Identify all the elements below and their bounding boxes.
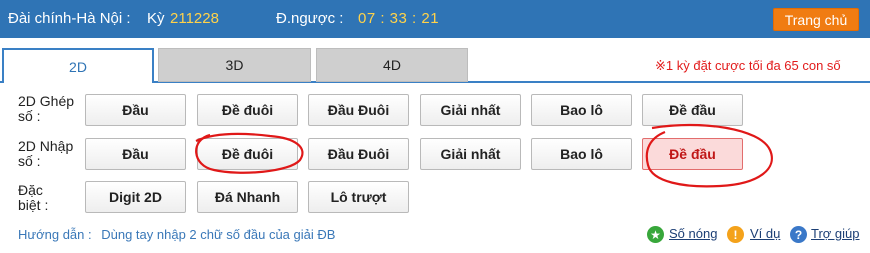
tab-4d[interactable]: 4D (316, 48, 468, 82)
row-label-line: 2D Nhập (18, 138, 74, 154)
guide-label: Hướng dẫn : (18, 227, 92, 242)
row-label-line: số : (18, 108, 41, 124)
ghep-de-dau-button[interactable]: Đề đầu (642, 94, 743, 126)
row-label-dac-biet: Đặc biệt : (18, 183, 48, 213)
row-label-line: biệt : (18, 197, 49, 213)
nhap-giai-nhat-button[interactable]: Giải nhất (420, 138, 521, 170)
row-label-line: số : (18, 153, 41, 169)
countdown-label: Đ.ngược : (276, 10, 344, 27)
ghep-giai-nhat-button[interactable]: Giải nhất (420, 94, 521, 126)
guide-line: Hướng dẫn : Dùng tay nhập 2 chữ số đầu c… (18, 227, 335, 242)
row-label-2d-nhap: 2D Nhập số : (18, 139, 73, 169)
ghep-dau-button[interactable]: Đầu (85, 94, 186, 126)
bet-limit-note: ※1 kỳ đặt cược tối đa 65 con số (655, 58, 841, 73)
nhap-bao-lo-button[interactable]: Bao lô (531, 138, 632, 170)
draw-label: Kỳ (147, 10, 165, 27)
nhap-de-duoi-button[interactable]: Đề đuôi (197, 138, 298, 170)
question-icon[interactable]: ? (790, 226, 807, 243)
nhap-dau-button[interactable]: Đầu (85, 138, 186, 170)
exclamation-icon[interactable]: ! (727, 226, 744, 243)
guide-text: Dùng tay nhập 2 chữ số đầu của giải ĐB (101, 227, 336, 242)
star-icon[interactable]: ★ (647, 226, 664, 243)
top-bar: Đài chính-Hà Nội : Kỳ 211228 Đ.ngược : 0… (0, 0, 870, 38)
example-link[interactable]: Ví dụ (750, 226, 780, 241)
hot-numbers-link[interactable]: Số nóng (669, 226, 717, 241)
row-label-line: 2D Ghép (18, 93, 75, 109)
ghep-bao-lo-button[interactable]: Bao lô (531, 94, 632, 126)
nhap-de-dau-button[interactable]: Đề đầu (642, 138, 743, 170)
draw-number: 211228 (170, 10, 219, 27)
station-name: Đài chính-Hà Nội : (8, 10, 131, 27)
digit-2d-button[interactable]: Digit 2D (85, 181, 186, 213)
lo-truot-button[interactable]: Lô trượt (308, 181, 409, 213)
home-button[interactable]: Trang chủ (773, 8, 859, 31)
row-label-2d-ghep: 2D Ghép số : (18, 94, 74, 124)
da-nhanh-button[interactable]: Đá Nhanh (197, 181, 298, 213)
tab-3d[interactable]: 3D (158, 48, 311, 82)
ghep-de-duoi-button[interactable]: Đề đuôi (197, 94, 298, 126)
help-link[interactable]: Trợ giúp (811, 226, 860, 241)
ghep-dau-duoi-button[interactable]: Đầu Đuôi (308, 94, 409, 126)
countdown-timer: 07 : 33 : 21 (358, 10, 440, 27)
tab-2d[interactable]: 2D (2, 48, 154, 83)
row-label-line: Đặc (18, 182, 43, 198)
nhap-dau-duoi-button[interactable]: Đầu Đuôi (308, 138, 409, 170)
